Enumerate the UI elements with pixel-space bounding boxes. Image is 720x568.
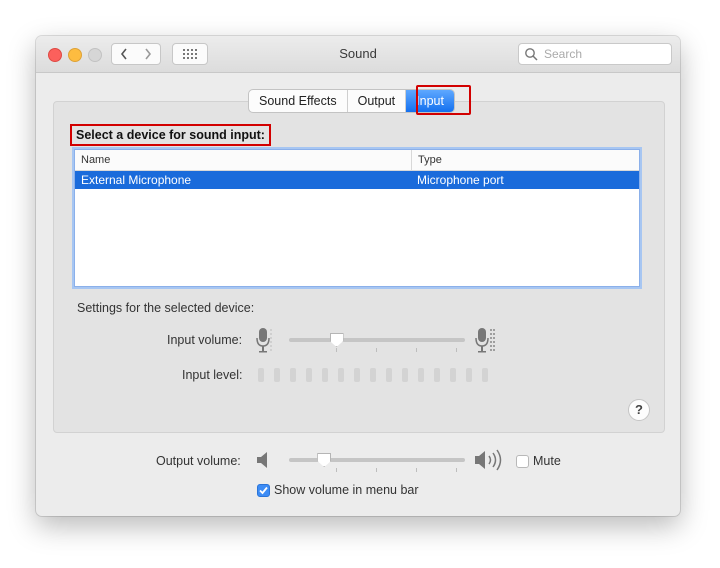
device-type-cell: Microphone port <box>417 173 504 187</box>
input-device-table[interactable]: Name Type External Microphone Microphone… <box>74 149 640 287</box>
level-segment <box>370 368 376 382</box>
show-volume-checkbox[interactable] <box>257 484 270 497</box>
level-segment <box>386 368 392 382</box>
mute-checkbox[interactable] <box>516 455 529 468</box>
table-row[interactable]: External Microphone Microphone port <box>75 171 639 189</box>
slider-tick <box>336 348 337 352</box>
output-volume-label: Output volume: <box>156 454 241 468</box>
show-volume-label: Show volume in menu bar <box>274 483 419 497</box>
device-name-cell: External Microphone <box>81 173 192 187</box>
slider-tick <box>456 348 457 352</box>
level-segment <box>482 368 488 382</box>
slider-tick <box>336 468 337 472</box>
input-volume-slider-track[interactable] <box>289 338 465 342</box>
level-segment <box>466 368 472 382</box>
speaker-high-icon <box>475 449 502 471</box>
level-segment <box>322 368 328 382</box>
table-header: Name Type <box>75 150 639 171</box>
search-field[interactable] <box>518 43 672 65</box>
column-header-type[interactable]: Type <box>412 150 442 170</box>
slider-tick <box>416 468 417 472</box>
microphone-low-icon <box>256 328 272 353</box>
mute-label: Mute <box>533 454 561 468</box>
search-icon <box>525 48 538 61</box>
level-segment <box>418 368 424 382</box>
slider-tick <box>456 468 457 472</box>
input-level-label: Input level: <box>182 368 243 382</box>
column-header-name[interactable]: Name <box>75 150 412 170</box>
speaker-low-icon <box>257 452 267 468</box>
input-volume-label: Input volume: <box>167 333 243 347</box>
output-volume-slider-track[interactable] <box>289 458 465 462</box>
slider-tick <box>376 348 377 352</box>
tab-sound-effects[interactable]: Sound Effects <box>249 90 348 112</box>
slider-tick <box>416 348 417 352</box>
tab-bar: Sound Effects Output Input <box>248 89 455 113</box>
tab-output[interactable]: Output <box>348 90 407 112</box>
level-segment <box>354 368 360 382</box>
title-bar: Sound <box>36 36 680 73</box>
tab-input[interactable]: Input <box>406 90 454 112</box>
slider-tick <box>376 468 377 472</box>
level-segment <box>274 368 280 382</box>
microphone-high-icon <box>475 328 495 353</box>
level-segment <box>290 368 296 382</box>
level-segment <box>306 368 312 382</box>
level-segment <box>434 368 440 382</box>
checkmark-icon <box>259 486 268 495</box>
level-segment <box>402 368 408 382</box>
level-segment <box>338 368 344 382</box>
section-heading: Select a device for sound input: <box>70 124 271 146</box>
help-button[interactable]: ? <box>628 399 650 421</box>
output-volume-slider-thumb[interactable] <box>317 453 332 467</box>
sound-preferences-window: Sound Sound Effects Output Input Select … <box>36 36 680 516</box>
level-segment <box>450 368 456 382</box>
level-segment <box>258 368 264 382</box>
settings-label: Settings for the selected device: <box>77 301 255 315</box>
search-input[interactable] <box>542 46 666 62</box>
